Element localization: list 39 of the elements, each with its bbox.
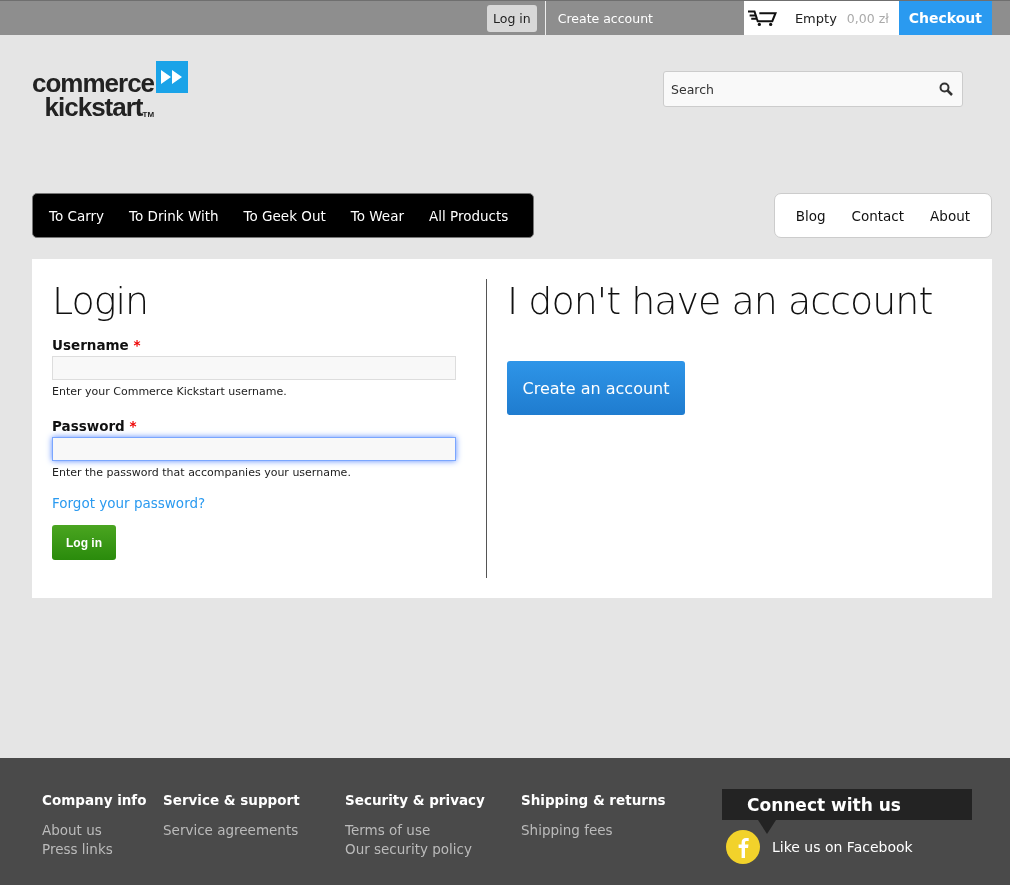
- facebook-link[interactable]: Like us on Facebook: [772, 839, 913, 855]
- footer-link[interactable]: Service agreements: [163, 822, 345, 838]
- search-field[interactable]: Search: [663, 71, 963, 107]
- register-heading: I don't have an account: [507, 279, 933, 323]
- menu-item[interactable]: Contact: [838, 207, 918, 224]
- menu-item[interactable]: To Carry: [41, 207, 113, 224]
- logo-text: kickstart: [44, 95, 143, 119]
- footer-heading: Shipping & returns: [521, 792, 667, 808]
- field-help: Enter the password that accompanies your username.: [52, 466, 351, 479]
- cart-total: 0,00 zł: [846, 10, 889, 26]
- field-label: Username *: [52, 337, 141, 353]
- footer-link[interactable]: Our security policy: [345, 841, 521, 857]
- footer-heading: Security & privacy: [345, 792, 486, 808]
- fast-forward-logo-icon: [156, 61, 189, 93]
- create-account-button[interactable]: Create an account: [507, 361, 685, 415]
- menu-item[interactable]: All Products: [420, 207, 517, 224]
- account-link[interactable]: Log in: [487, 4, 537, 32]
- text-field[interactable]: [52, 437, 456, 461]
- cart-panel[interactable]: Empty 0,00 zł: [743, 1, 899, 35]
- menu-item[interactable]: To Drink With: [121, 207, 227, 224]
- menu-item[interactable]: To Geek Out: [235, 207, 334, 224]
- cart-status: Empty: [794, 10, 837, 26]
- field-label: Password *: [52, 418, 137, 434]
- menu-item[interactable]: To Wear: [342, 207, 412, 224]
- login-heading: Login: [52, 279, 149, 323]
- facebook-icon[interactable]: [726, 830, 760, 864]
- footer-link[interactable]: Terms of use: [345, 822, 521, 838]
- footer-link[interactable]: Press links: [42, 841, 163, 857]
- menu-item[interactable]: About: [917, 207, 983, 224]
- trademark-mark: TM: [142, 110, 155, 119]
- footer-heading: Company info: [42, 792, 148, 808]
- footer-link[interactable]: About us: [42, 822, 163, 838]
- logo-text: commerce: [32, 71, 155, 95]
- menu-item[interactable]: Blog: [782, 207, 839, 224]
- field-help: Enter your Commerce Kickstart username.: [52, 385, 287, 398]
- footer-heading: Service & support: [163, 792, 301, 808]
- search-icon[interactable]: [939, 82, 953, 96]
- login-button[interactable]: Log in: [52, 525, 116, 560]
- footer-link[interactable]: Shipping fees: [521, 822, 701, 838]
